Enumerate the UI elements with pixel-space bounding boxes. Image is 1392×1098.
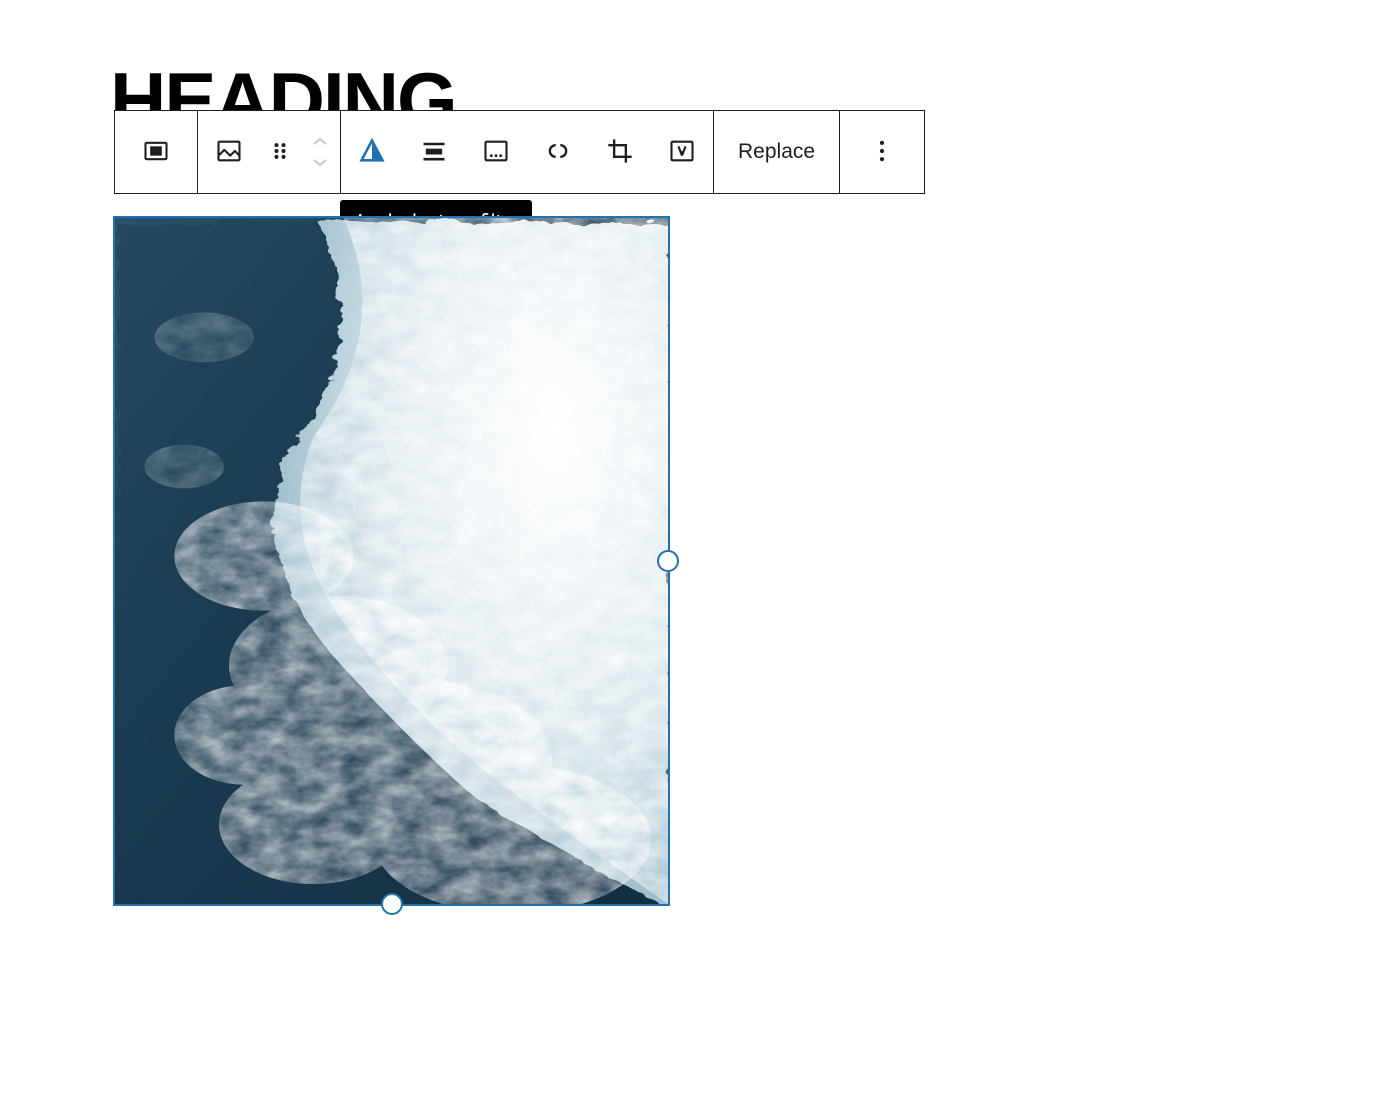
block-type-button[interactable] <box>198 111 260 193</box>
crop-icon <box>606 137 634 168</box>
text-overlay-button[interactable] <box>651 111 713 193</box>
resize-handle-bottom[interactable] <box>381 893 403 915</box>
move-down-button[interactable] <box>300 152 340 172</box>
caption-button[interactable] <box>465 111 527 193</box>
link-button[interactable] <box>527 111 589 193</box>
link-icon <box>544 137 572 168</box>
replace-group: Replace <box>713 110 840 194</box>
more-options-button[interactable] <box>840 111 924 193</box>
parent-block-button[interactable] <box>115 111 197 193</box>
move-group <box>300 132 340 172</box>
move-up-button[interactable] <box>300 132 340 152</box>
resize-handle-right[interactable] <box>657 550 679 572</box>
align-icon <box>420 137 448 168</box>
drag-icon <box>266 137 294 168</box>
image-content <box>115 218 668 904</box>
align-button[interactable] <box>403 111 465 193</box>
chevron-up-icon <box>311 133 329 152</box>
image-icon <box>215 137 243 168</box>
columns-icon <box>142 137 170 168</box>
format-group <box>340 110 714 194</box>
replace-button[interactable]: Replace <box>714 111 839 193</box>
drag-handle-button[interactable] <box>260 111 300 193</box>
crop-button[interactable] <box>589 111 651 193</box>
duotone-button[interactable] <box>341 111 403 193</box>
duotone-icon <box>358 137 386 168</box>
replace-label: Replace <box>738 140 815 164</box>
chevron-down-icon <box>311 153 329 172</box>
block-type-group <box>197 110 341 194</box>
caption-icon <box>482 137 510 168</box>
selected-image-block[interactable] <box>113 216 670 906</box>
block-toolbar: Replace <box>114 110 925 194</box>
more-group <box>839 110 925 194</box>
text-overlay-icon <box>668 137 696 168</box>
more-options-icon <box>868 137 896 168</box>
parent-block-group <box>114 110 198 194</box>
